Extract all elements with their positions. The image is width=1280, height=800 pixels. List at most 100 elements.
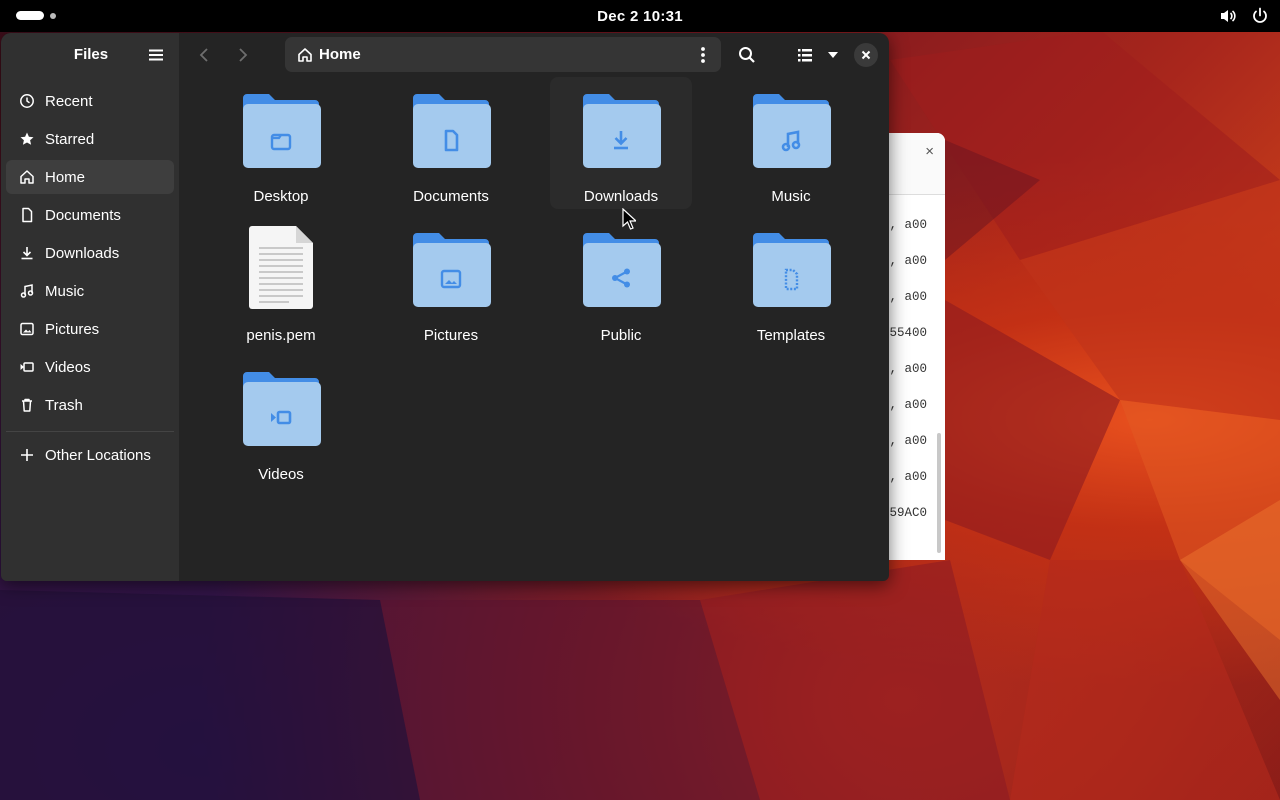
hamburger-menu-icon[interactable] xyxy=(147,46,165,64)
item-label: Public xyxy=(600,327,642,344)
sidebar-item-trash[interactable]: Trash xyxy=(6,388,174,422)
sidebar-item-recent[interactable]: Recent xyxy=(6,84,174,118)
system-tray[interactable] xyxy=(1218,6,1270,26)
item-label: Pictures xyxy=(423,327,479,344)
sidebar-item-documents[interactable]: Documents xyxy=(6,198,174,232)
sidebar-item-downloads[interactable]: Downloads xyxy=(6,236,174,270)
download-icon xyxy=(19,245,35,261)
folder-icon xyxy=(413,94,491,168)
sidebar-item-pictures[interactable]: Pictures xyxy=(6,312,174,346)
folder-item-templates[interactable]: Templates xyxy=(720,216,862,348)
sidebar-item-label: Pictures xyxy=(45,320,100,338)
search-button[interactable] xyxy=(737,45,757,65)
sidebar-other-section: Other Locations xyxy=(6,438,174,476)
power-icon xyxy=(1253,7,1267,23)
files-window[interactable]: Files Recent Starred Home Documents Download… xyxy=(1,33,889,581)
folder-icon xyxy=(753,233,831,307)
sidebar-item-label: Documents xyxy=(45,206,121,224)
sidebar-item-label: Other Locations xyxy=(45,446,151,464)
sidebar-places: Recent Starred Home Documents Downloads Music… xyxy=(6,84,174,426)
home-icon xyxy=(19,169,35,185)
folder-item-desktop[interactable]: Desktop xyxy=(210,77,352,209)
folder-icon xyxy=(413,233,491,307)
volume-icon xyxy=(1221,10,1236,22)
folder-item-downloads[interactable]: Downloads xyxy=(550,77,692,209)
video-icon xyxy=(19,359,35,375)
path-bar[interactable]: Home xyxy=(285,37,721,72)
text-line: , a00 xyxy=(889,218,927,232)
background-window-scrollbar[interactable] xyxy=(937,433,941,553)
sidebar-item-other-locations[interactable]: Other Locations xyxy=(6,438,174,472)
mouse-cursor-icon xyxy=(622,208,636,230)
folder-icon xyxy=(583,94,661,168)
header-bar: Home xyxy=(179,33,889,77)
item-label: Desktop xyxy=(253,188,309,205)
document-icon xyxy=(19,207,35,223)
sidebar-item-videos[interactable]: Videos xyxy=(6,350,174,384)
view-list-button[interactable] xyxy=(795,45,815,65)
folder-item-public[interactable]: Public xyxy=(550,216,692,348)
background-window-header: × xyxy=(888,133,945,195)
item-label: Templates xyxy=(756,327,826,344)
top-bar: Dec 2 10:31 xyxy=(0,0,1280,32)
trash-icon xyxy=(19,397,35,413)
sidebar-item-music[interactable]: Music xyxy=(6,274,174,308)
text-line: , a00 xyxy=(889,362,927,376)
back-button[interactable] xyxy=(192,44,216,66)
text-line: 59AC0 xyxy=(889,506,927,520)
text-line: , a00 xyxy=(889,434,927,448)
item-label: Videos xyxy=(258,466,304,483)
text-line: , a00 xyxy=(889,254,927,268)
plus-icon xyxy=(19,447,35,463)
home-icon xyxy=(298,47,312,62)
view-options-button[interactable] xyxy=(823,45,843,65)
window-close-button[interactable] xyxy=(854,43,878,67)
chevron-right-icon xyxy=(239,48,248,62)
music-icon xyxy=(19,283,35,299)
file-item-penis-pem[interactable]: penis.pem xyxy=(210,216,352,348)
activities-indicator[interactable] xyxy=(16,11,56,20)
dropdown-arrow-icon xyxy=(828,52,838,58)
folder-item-pictures[interactable]: Pictures xyxy=(380,216,522,348)
folder-icon xyxy=(243,372,321,446)
text-line: , a00 xyxy=(889,470,927,484)
sidebar-item-label: Trash xyxy=(45,396,83,414)
list-view-icon xyxy=(798,49,812,62)
folder-item-videos[interactable]: Videos xyxy=(210,355,352,487)
sidebar: Files Recent Starred Home Documents Download… xyxy=(1,33,179,581)
sidebar-item-label: Recent xyxy=(45,92,93,110)
folder-item-documents[interactable]: Documents xyxy=(380,77,522,209)
main-view: Home Desktop Documents Downloads Music p… xyxy=(179,33,889,581)
item-label: Music xyxy=(771,188,811,205)
clock-icon xyxy=(19,93,35,109)
sidebar-item-label: Videos xyxy=(45,358,91,376)
text-line: 55400 xyxy=(889,326,927,340)
star-icon xyxy=(19,131,35,147)
text-line: , a00 xyxy=(889,398,927,412)
sidebar-item-label: Home xyxy=(45,168,86,186)
sidebar-item-label: Downloads xyxy=(45,244,120,262)
folder-item-music[interactable]: Music xyxy=(720,77,862,209)
search-icon xyxy=(739,47,755,63)
picture-icon xyxy=(19,321,35,337)
forward-button[interactable] xyxy=(231,44,255,66)
background-text-window[interactable]: × , a00 , a00 , a00 55400 , a00 , a00 , a00 , a… xyxy=(888,133,945,560)
workspace-dot xyxy=(50,12,56,19)
folder-icon xyxy=(753,94,831,168)
kebab-menu-icon[interactable] xyxy=(695,46,711,64)
file-grid: Desktop Documents Downloads Music penis.pem P… xyxy=(179,77,889,581)
chevron-left-icon xyxy=(199,48,208,62)
clock[interactable]: Dec 2 10:31 xyxy=(597,8,683,25)
sidebar-item-home[interactable]: Home xyxy=(6,160,174,194)
folder-icon xyxy=(583,233,661,307)
text-file-icon xyxy=(249,226,313,309)
current-location-label: Home xyxy=(319,46,361,63)
text-line: , a00 xyxy=(889,290,927,304)
sidebar-item-starred[interactable]: Starred xyxy=(6,122,174,156)
sidebar-item-label: Music xyxy=(45,282,85,300)
sidebar-divider xyxy=(6,431,174,432)
background-window-close-button[interactable]: × xyxy=(925,143,934,160)
sidebar-item-label: Starred xyxy=(45,130,95,148)
item-label: Downloads xyxy=(583,188,659,205)
close-icon xyxy=(861,50,871,60)
